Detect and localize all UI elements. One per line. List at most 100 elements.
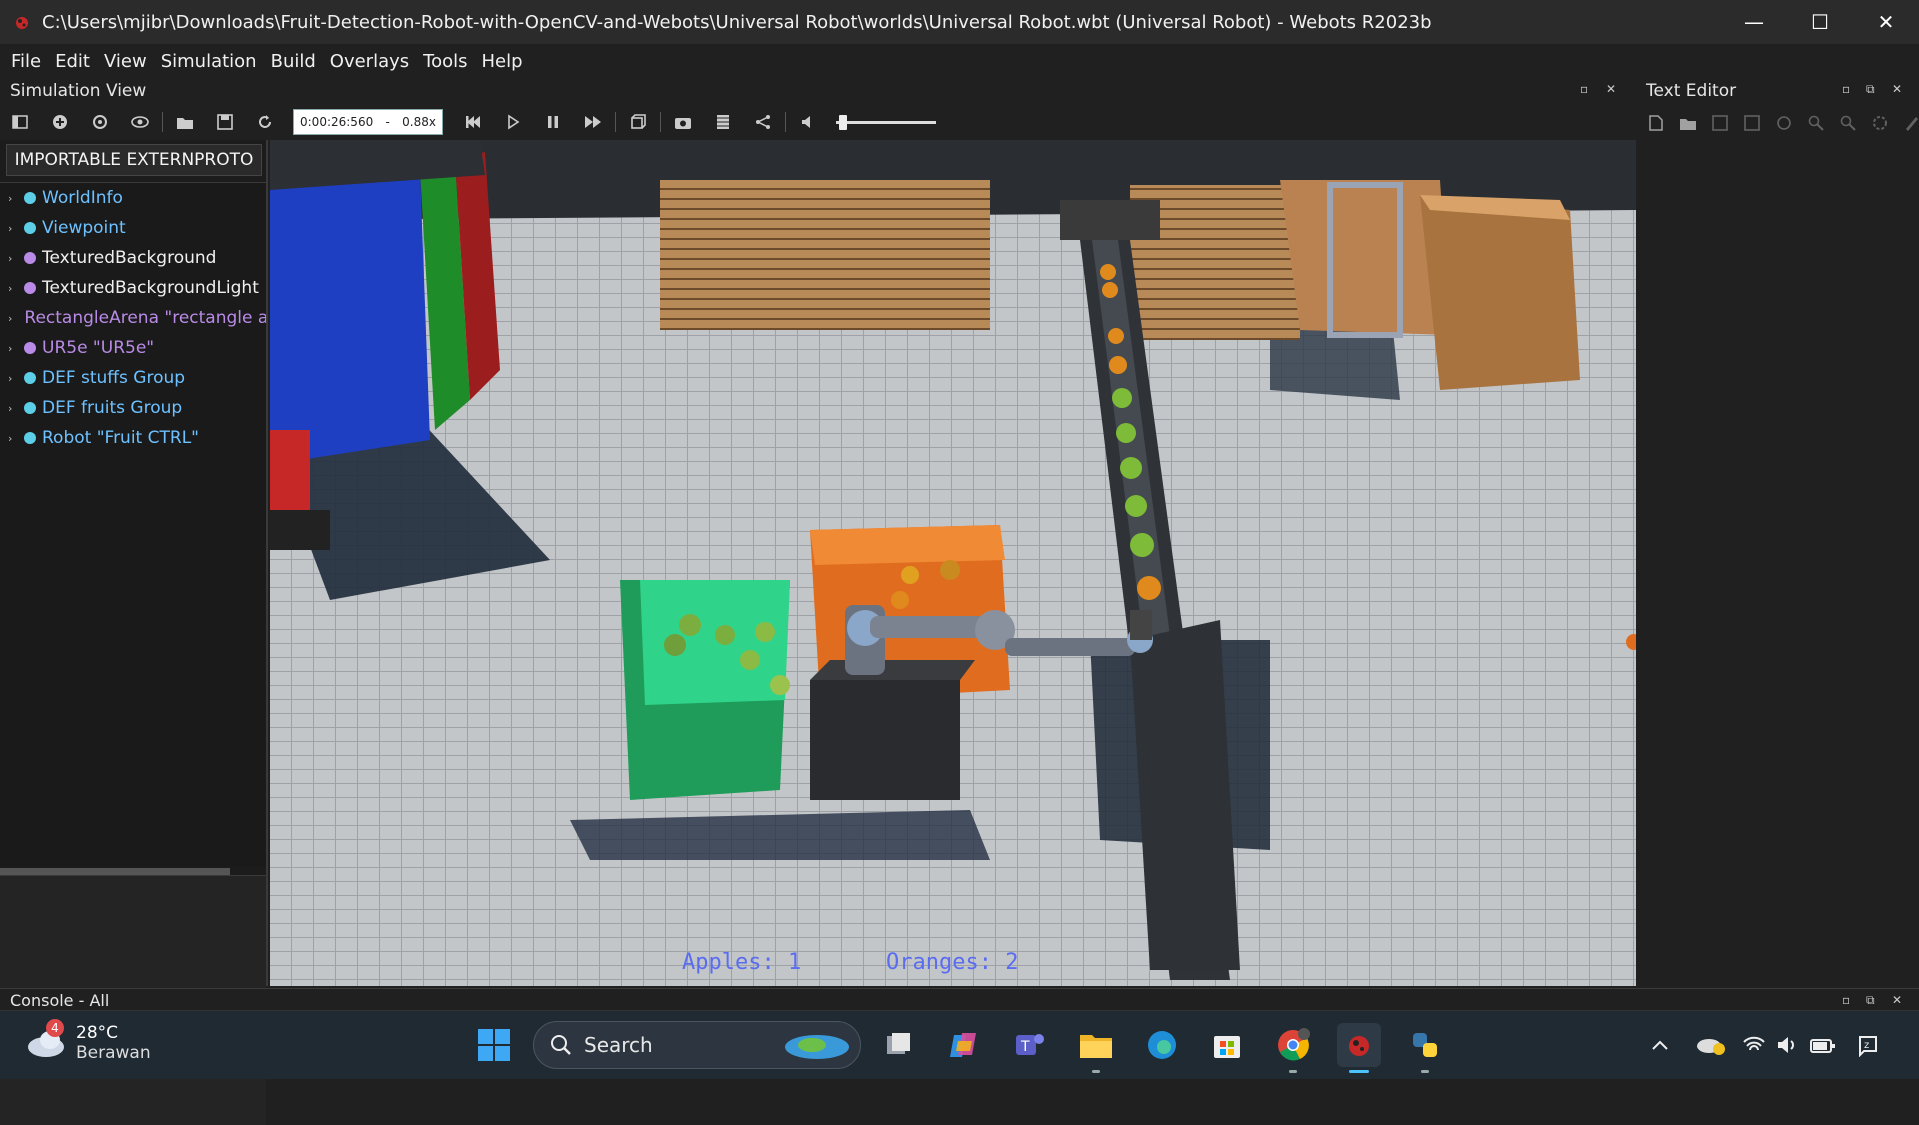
oranges-counter: Oranges: 2 <box>886 950 1019 975</box>
menu-edit[interactable]: Edit <box>48 51 97 72</box>
new-file-icon[interactable] <box>1646 113 1666 133</box>
scene-tree-item[interactable]: › RectangleArena "rectangle ar <box>0 303 266 333</box>
float-icon[interactable]: ⧉ <box>1866 82 1875 97</box>
expand-chevron-icon[interactable]: › <box>8 402 18 415</box>
fast-forward-icon[interactable] <box>583 112 603 132</box>
replace-icon[interactable] <box>1838 113 1858 133</box>
expand-chevron-icon[interactable]: › <box>8 372 18 385</box>
scene-tree-item[interactable]: › Robot "Fruit CTRL" <box>0 423 266 453</box>
file-explorer-button[interactable] <box>1074 1023 1118 1073</box>
notification-icon[interactable]: z <box>1856 1033 1880 1057</box>
view-eye-icon[interactable] <box>130 112 150 132</box>
close-button[interactable]: ✕ <box>1853 0 1919 44</box>
scene-tree-list: › WorldInfo › Viewpoint › TexturedBackground ›… <box>0 182 266 867</box>
onedrive-warning-icon[interactable] <box>1696 1034 1726 1056</box>
window-controls: — ☐ ✕ <box>1721 0 1919 44</box>
scene-tree-item[interactable]: › WorldInfo <box>0 183 266 213</box>
node-type-dot-icon <box>24 222 36 234</box>
python-button[interactable] <box>1403 1023 1447 1073</box>
step-icon[interactable] <box>503 112 523 132</box>
webots-app-icon <box>16 17 28 29</box>
pause-icon[interactable] <box>543 112 563 132</box>
undock-icon[interactable]: ▫ <box>1842 993 1850 1007</box>
find-icon[interactable] <box>1806 113 1826 133</box>
teams-button[interactable]: T <box>1008 1023 1052 1067</box>
reset-simulation-icon[interactable] <box>463 112 483 132</box>
wifi-icon[interactable] <box>1742 1035 1766 1055</box>
volume-icon[interactable] <box>798 112 818 132</box>
share-icon[interactable] <box>753 112 773 132</box>
speaker-icon[interactable] <box>1776 1035 1800 1055</box>
undock-icon[interactable]: ▫ <box>1842 82 1850 96</box>
scene-tree-item[interactable]: › DEF fruits Group <box>0 393 266 423</box>
chrome-button[interactable] <box>1271 1023 1315 1073</box>
close-panel-icon[interactable]: ✕ <box>1892 82 1902 96</box>
text-editor-toolbar <box>1640 108 1919 138</box>
scene-tree-item[interactable]: › TexturedBackgroundLight <box>0 273 266 303</box>
expand-chevron-icon[interactable]: › <box>8 342 18 355</box>
battery-icon[interactable] <box>1810 1035 1836 1055</box>
text-editor-panel[interactable] <box>1638 140 1919 986</box>
node-type-dot-icon <box>24 342 36 354</box>
windows-logo-icon <box>478 1029 510 1061</box>
add-node-icon[interactable] <box>50 112 70 132</box>
save-world-icon[interactable] <box>215 112 235 132</box>
scene-tree-item[interactable]: › UR5e "UR5e" <box>0 333 266 363</box>
scene-tree-item[interactable]: › Viewpoint <box>0 213 266 243</box>
store-button[interactable] <box>1205 1023 1249 1067</box>
edge-button[interactable] <box>1140 1023 1184 1067</box>
volume-slider[interactable] <box>836 114 936 130</box>
undock-icon[interactable]: ▫ <box>1580 82 1588 96</box>
simulation-3d-viewport[interactable] <box>270 140 1636 986</box>
running-indicator <box>1289 1070 1297 1073</box>
record-movie-icon[interactable] <box>713 112 733 132</box>
menu-tools[interactable]: Tools <box>416 51 474 72</box>
float-icon[interactable]: ⧉ <box>1866 993 1875 1008</box>
open-file-icon[interactable] <box>1678 113 1698 133</box>
edge-icon <box>1148 1031 1176 1059</box>
chevron-up-icon[interactable] <box>1650 1035 1670 1055</box>
menu-build[interactable]: Build <box>264 51 323 72</box>
revert-icon[interactable] <box>1774 113 1794 133</box>
start-button[interactable] <box>472 1023 516 1067</box>
toolbar-separator <box>660 112 661 132</box>
close-panel-icon[interactable]: ✕ <box>1892 993 1902 1007</box>
toggle-scene-tree-icon[interactable] <box>10 112 30 132</box>
scene-tree-item[interactable]: › DEF stuffs Group <box>0 363 266 393</box>
clean-icon[interactable] <box>1902 113 1919 133</box>
copilot-button[interactable] <box>942 1023 986 1067</box>
scene-tree-item-label: Robot "Fruit CTRL" <box>42 428 199 448</box>
expand-chevron-icon[interactable]: › <box>8 432 18 445</box>
menu-view[interactable]: View <box>97 51 154 72</box>
expand-chevron-icon[interactable]: › <box>8 222 18 235</box>
expand-chevron-icon[interactable]: › <box>8 192 18 205</box>
build-icon[interactable] <box>1870 113 1890 133</box>
windows-taskbar: 4 28°C Berawan Search T z <box>0 1010 1919 1079</box>
save-all-icon[interactable] <box>1742 113 1762 133</box>
screenshot-icon[interactable] <box>673 112 693 132</box>
importable-externproto-button[interactable]: IMPORTABLE EXTERNPROTO <box>6 144 262 176</box>
expand-chevron-icon[interactable]: › <box>8 252 18 265</box>
menu-help[interactable]: Help <box>474 51 529 72</box>
menu-file[interactable]: File <box>4 51 48 72</box>
taskbar-search[interactable]: Search <box>533 1021 861 1069</box>
scene-tree-item-label: TexturedBackground <box>42 248 217 268</box>
expand-chevron-icon[interactable]: › <box>8 312 12 325</box>
scene-tree-panel: IMPORTABLE EXTERNPROTO › WorldInfo › Viewpo… <box>0 140 268 1125</box>
reload-world-icon[interactable] <box>255 112 275 132</box>
rendering-icon[interactable] <box>628 112 648 132</box>
close-panel-icon[interactable]: ✕ <box>1606 82 1616 96</box>
menu-simulation[interactable]: Simulation <box>154 51 264 72</box>
webots-button[interactable] <box>1337 1023 1381 1073</box>
reset-view-icon[interactable] <box>90 112 110 132</box>
scene-tree-item[interactable]: › TexturedBackground <box>0 243 266 273</box>
task-view-button[interactable] <box>877 1023 921 1067</box>
weather-widget[interactable]: 4 28°C Berawan <box>26 1019 151 1063</box>
expand-chevron-icon[interactable]: › <box>8 282 18 295</box>
maximize-button[interactable]: ☐ <box>1787 0 1853 44</box>
minimize-button[interactable]: — <box>1721 0 1787 44</box>
volume-slider-knob[interactable] <box>839 114 847 130</box>
save-file-icon[interactable] <box>1710 113 1730 133</box>
menu-overlays[interactable]: Overlays <box>323 51 416 72</box>
open-world-icon[interactable] <box>175 112 195 132</box>
